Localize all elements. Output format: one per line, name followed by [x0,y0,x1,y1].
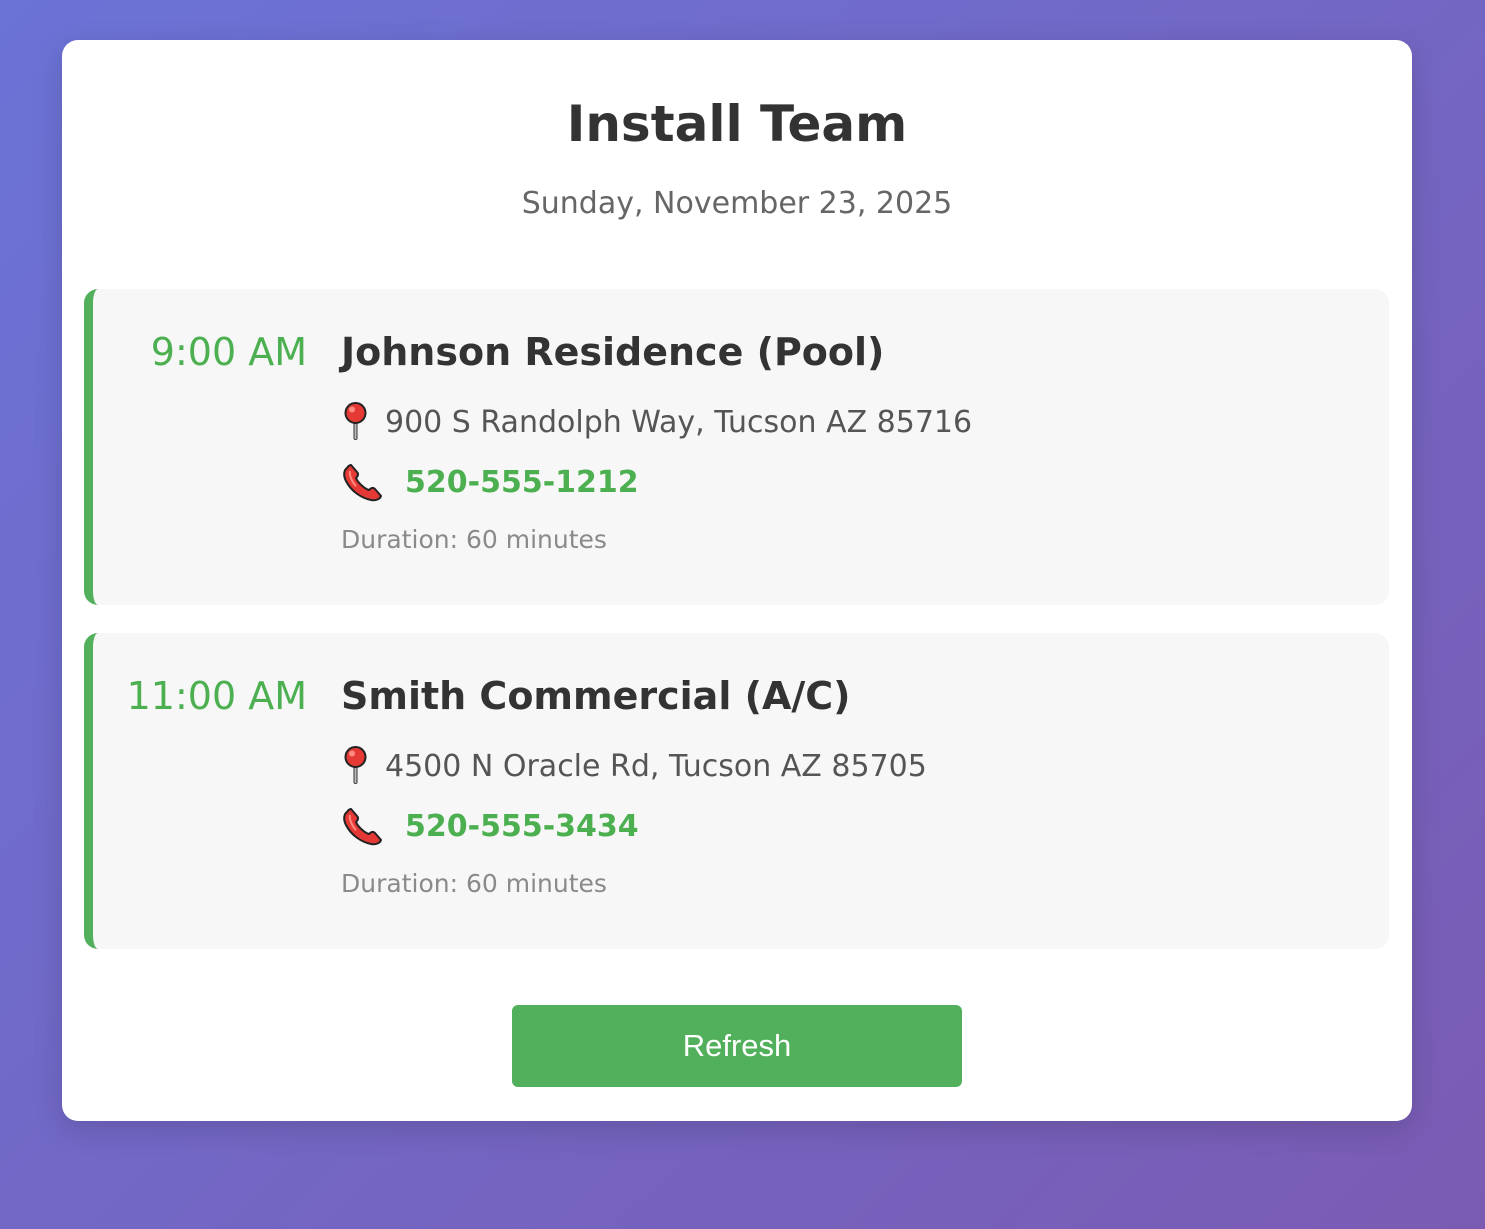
schedule-card: Install Team Sunday, November 23, 2025 9… [62,40,1412,1121]
appointment-time: 11:00 AM [126,674,307,718]
page-title: Install Team [566,95,908,153]
appointment-address: 900 S Randolph Way, Tucson AZ 85716 [385,404,973,440]
appointment-card: 11:00 AM Smith Commercial (A/C) 4500 N O… [84,633,1389,949]
schedule-date: Sunday, November 23, 2025 [521,186,953,221]
appointment-address: 4500 N Oracle Rd, Tucson AZ 85705 [385,748,927,784]
appointment-address-row: 4500 N Oracle Rd, Tucson AZ 85705 [341,743,927,789]
appointment-duration: Duration: 60 minutes [341,525,607,554]
telephone-receiver-icon [341,462,383,502]
appointment-phone-link[interactable]: 520-555-1212 [405,465,639,500]
appointment-title: Johnson Residence (Pool) [341,330,885,374]
appointment-title: Smith Commercial (A/C) [341,674,851,718]
appointment-card: 9:00 AM Johnson Residence (Pool) 900 S R… [84,289,1389,605]
round-pushpin-icon [341,401,371,443]
appointment-duration: Duration: 60 minutes [341,869,607,898]
appointment-time: 9:00 AM [150,330,307,374]
round-pushpin-icon [341,745,371,787]
appointment-phone-row: 520-555-1212 [341,459,639,505]
appointment-phone-link[interactable]: 520-555-3434 [405,809,639,844]
telephone-receiver-icon [341,806,383,846]
refresh-button[interactable]: Refresh [512,1005,962,1087]
appointment-phone-row: 520-555-3434 [341,803,639,849]
appointment-address-row: 900 S Randolph Way, Tucson AZ 85716 [341,399,972,445]
